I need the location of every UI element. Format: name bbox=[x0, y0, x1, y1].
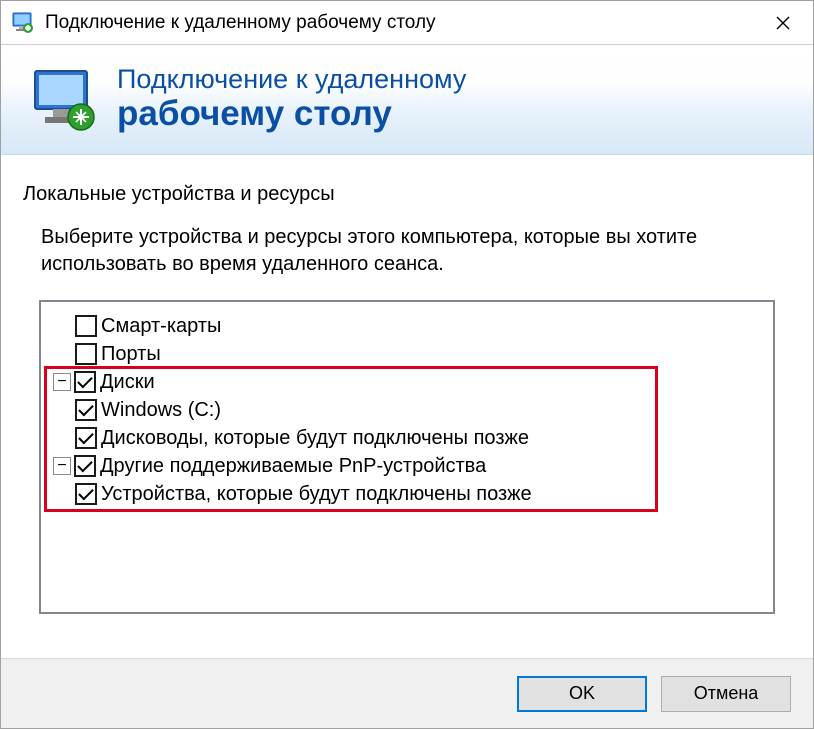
tree-label: Устройства, которые будут подключены поз… bbox=[99, 480, 532, 508]
tree-item-pnp[interactable]: − Другие поддерживаемые PnP-устройства bbox=[49, 452, 765, 480]
ok-button[interactable]: OK bbox=[517, 676, 647, 712]
tree-label: Диски bbox=[98, 368, 155, 396]
tree-label: Смарт-карты bbox=[99, 312, 221, 340]
tree-item-drive-c[interactable]: Windows (C:) bbox=[49, 396, 765, 424]
tree-item-drives-future[interactable]: Дисководы, которые будут подключены позж… bbox=[49, 424, 765, 452]
checkbox-ports[interactable] bbox=[75, 343, 97, 365]
tree-item-pnp-future[interactable]: Устройства, которые будут подключены поз… bbox=[49, 480, 765, 508]
banner-line1: Подключение к удаленному bbox=[117, 65, 466, 95]
checkbox-drives[interactable] bbox=[74, 371, 96, 393]
section-header: Локальные устройства и ресурсы bbox=[23, 183, 791, 206]
close-button[interactable] bbox=[753, 1, 813, 45]
dialog-footer: OK Отмена bbox=[1, 658, 813, 728]
checkbox-smartcards[interactable] bbox=[75, 315, 97, 337]
checkbox-pnp[interactable] bbox=[74, 455, 96, 477]
collapse-icon[interactable]: − bbox=[53, 373, 71, 391]
window-title: Подключение к удаленному рабочему столу bbox=[45, 12, 753, 34]
section-description: Выберите устройства и ресурсы этого комп… bbox=[41, 224, 773, 278]
device-tree: Смарт-карты Порты − Диски Windows (C:) Д… bbox=[39, 300, 775, 614]
banner-line2: рабочему столу bbox=[117, 95, 466, 134]
banner: Подключение к удаленному рабочему столу bbox=[1, 45, 813, 155]
banner-text: Подключение к удаленному рабочему столу bbox=[117, 65, 466, 133]
rdp-icon bbox=[31, 65, 101, 135]
collapse-icon[interactable]: − bbox=[53, 457, 71, 475]
tree-label: Порты bbox=[99, 340, 161, 368]
tree-label: Windows (C:) bbox=[99, 396, 221, 424]
tree-item-ports[interactable]: Порты bbox=[49, 340, 765, 368]
checkbox-drive-c[interactable] bbox=[75, 399, 97, 421]
content-area: Локальные устройства и ресурсы Выберите … bbox=[1, 155, 813, 626]
app-icon bbox=[9, 9, 37, 37]
titlebar: Подключение к удаленному рабочему столу bbox=[1, 1, 813, 45]
checkbox-pnp-future[interactable] bbox=[75, 483, 97, 505]
tree-item-smartcards[interactable]: Смарт-карты bbox=[49, 312, 765, 340]
tree-item-drives[interactable]: − Диски bbox=[49, 368, 765, 396]
cancel-button[interactable]: Отмена bbox=[661, 676, 791, 712]
checkbox-drives-future[interactable] bbox=[75, 427, 97, 449]
tree-label: Другие поддерживаемые PnP-устройства bbox=[98, 452, 486, 480]
tree-label: Дисководы, которые будут подключены позж… bbox=[99, 424, 529, 452]
